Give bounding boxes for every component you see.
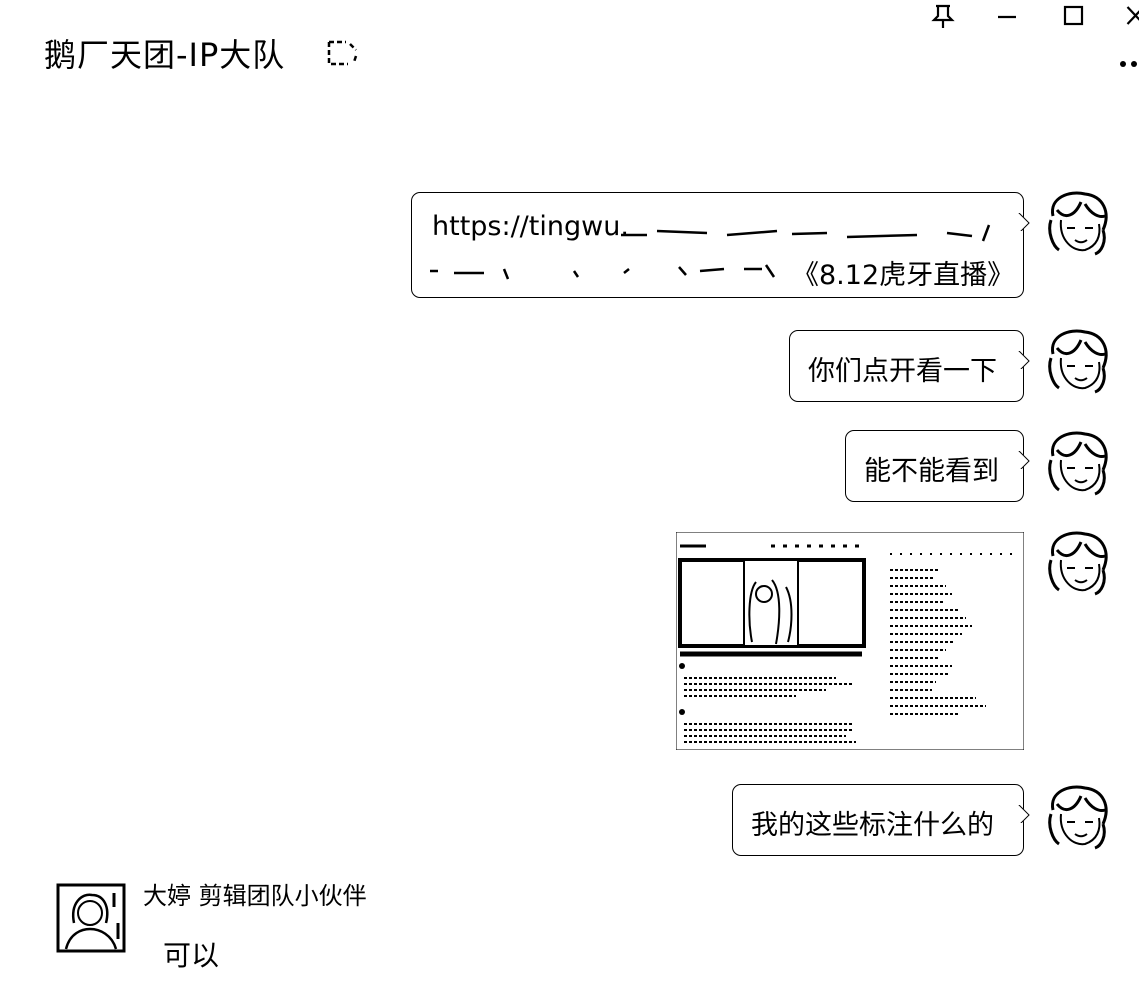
minimize-icon[interactable] (990, 2, 1024, 30)
incoming-message-text: 可以 (163, 939, 220, 972)
message-text: 你们点开看一下 (808, 356, 997, 387)
link-title-text[interactable]: 《8.12虎牙直播》 (792, 253, 1014, 292)
message-bubble[interactable]: 我的这些标注什么的 (732, 784, 1024, 856)
self-avatar[interactable] (1045, 430, 1111, 496)
sender-name: 大婷 剪辑团队小伙伴 (143, 882, 367, 910)
screenshot-image-message[interactable] (676, 532, 1024, 750)
sender-avatar[interactable] (56, 883, 126, 953)
message-bubble[interactable]: 能不能看到 (845, 430, 1024, 502)
maximize-icon[interactable] (1057, 2, 1091, 30)
message-text: 我的这些标注什么的 (751, 810, 994, 841)
self-avatar[interactable] (1045, 784, 1111, 850)
self-avatar[interactable] (1045, 328, 1111, 394)
more-dots-icon[interactable] (1119, 58, 1139, 70)
redacted-url-scribble (621, 224, 991, 242)
chat-title: 鹅厂天团-IP大队 (44, 36, 286, 74)
self-avatar[interactable] (1045, 190, 1111, 256)
link-message-bubble[interactable]: https://tingwu. 《8.12虎牙直播》 (411, 192, 1024, 298)
redacted-url-scribble-2 (430, 264, 776, 280)
message-bubble[interactable]: 你们点开看一下 (789, 330, 1024, 402)
close-icon[interactable] (1118, 2, 1139, 30)
message-text: 能不能看到 (864, 456, 999, 487)
group-tag-icon[interactable] (326, 38, 360, 68)
link-text[interactable]: https://tingwu. (432, 211, 629, 242)
pin-icon[interactable] (926, 2, 960, 30)
self-avatar[interactable] (1045, 530, 1111, 596)
